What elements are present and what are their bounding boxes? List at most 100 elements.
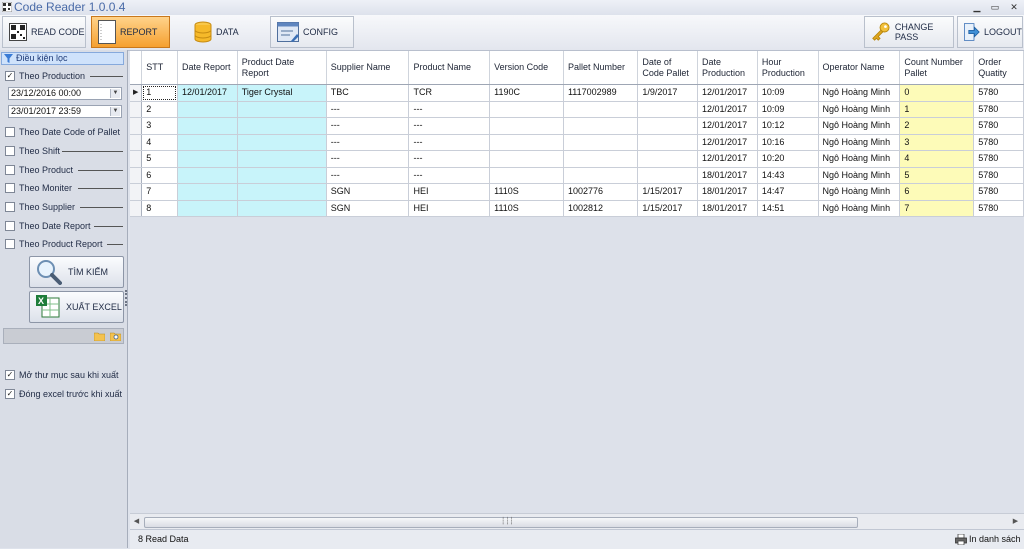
table-cell[interactable] xyxy=(237,134,327,151)
table-cell[interactable]: TBC xyxy=(326,84,410,102)
checkbox-box[interactable] xyxy=(5,165,15,175)
table-cell[interactable] xyxy=(237,167,327,184)
filter-shift-checkbox[interactable]: Theo Shift xyxy=(5,144,60,158)
table-cell[interactable] xyxy=(177,183,238,201)
table-cell[interactable]: SGN xyxy=(326,200,410,217)
table-cell[interactable] xyxy=(489,117,564,135)
table-row[interactable]: 8 SGN HEI 1110S 1002812 1/15/2017 18/01/2017 14… xyxy=(130,200,1024,217)
table-cell[interactable] xyxy=(177,167,238,184)
table-cell[interactable] xyxy=(489,134,564,151)
table-cell[interactable] xyxy=(563,117,639,135)
table-cell[interactable]: 5 xyxy=(141,150,178,168)
table-cell[interactable]: HEI xyxy=(408,183,491,201)
table-cell[interactable] xyxy=(237,101,327,118)
config-tab[interactable]: CONFIG xyxy=(270,16,354,48)
report-tab[interactable]: REPORT xyxy=(91,16,170,48)
table-cell[interactable]: SGN xyxy=(326,183,410,201)
table-cell[interactable]: 14:51 xyxy=(757,200,819,217)
chevron-down-icon[interactable]: ▼ xyxy=(110,107,120,116)
minimize-button[interactable]: ▁ xyxy=(968,1,986,13)
column-header[interactable]: STT xyxy=(141,51,178,85)
table-cell[interactable]: 7 xyxy=(141,183,178,201)
table-cell[interactable]: 3 xyxy=(899,134,975,151)
table-cell[interactable] xyxy=(237,200,327,217)
row-header[interactable] xyxy=(130,101,143,118)
table-cell[interactable]: 5780 xyxy=(973,101,1024,118)
maximize-button[interactable]: ▭ xyxy=(986,1,1004,13)
column-header[interactable]: Date Report xyxy=(177,51,238,85)
checkbox-box[interactable] xyxy=(5,183,15,193)
table-cell[interactable]: 8 xyxy=(141,200,178,217)
table-cell[interactable]: 5780 xyxy=(973,167,1024,184)
table-cell[interactable]: 4 xyxy=(899,150,975,168)
column-header[interactable]: Product Name xyxy=(408,51,491,85)
table-cell[interactable]: 18/01/2017 xyxy=(697,200,758,217)
table-cell[interactable]: 5780 xyxy=(973,150,1024,168)
table-cell[interactable]: --- xyxy=(408,167,491,184)
row-header[interactable] xyxy=(130,183,143,201)
table-cell[interactable] xyxy=(637,117,699,135)
logout-button[interactable]: LOGOUT xyxy=(957,16,1023,48)
table-cell[interactable]: 1002812 xyxy=(563,200,639,217)
table-row[interactable]: ▶ 1 12/01/2017 Tiger Crystal TBC TCR 1190C 1117… xyxy=(130,84,1024,102)
table-cell[interactable]: --- xyxy=(408,101,491,118)
table-cell[interactable]: 12/01/2017 xyxy=(697,117,758,135)
table-row[interactable]: 4 --- --- 12/01/2017 10:16 Ngô Hoàng Minh 3 578… xyxy=(130,134,1024,151)
theo-production-checkbox[interactable]: ✓ Theo Production xyxy=(5,69,85,83)
table-cell[interactable]: --- xyxy=(326,101,410,118)
checkbox-box[interactable]: ✓ xyxy=(5,71,15,81)
filter-product-report-checkbox[interactable]: Theo Product Report xyxy=(5,237,103,251)
table-cell[interactable]: 14:47 xyxy=(757,183,819,201)
table-cell[interactable]: 18/01/2017 xyxy=(697,183,758,201)
report-grid[interactable]: STT Date Report Product Date Report Supp… xyxy=(130,51,1024,513)
table-cell[interactable]: Ngô Hoàng Minh xyxy=(818,200,901,217)
table-cell[interactable]: 14:43 xyxy=(757,167,819,184)
table-cell[interactable]: 5780 xyxy=(973,117,1024,135)
table-cell[interactable]: Ngô Hoàng Minh xyxy=(818,150,901,168)
table-cell[interactable]: Ngô Hoàng Minh xyxy=(818,117,901,135)
change-pass-button[interactable]: CHANGE PASS xyxy=(864,16,954,48)
table-cell[interactable]: 12/01/2017 xyxy=(697,101,758,118)
table-cell[interactable] xyxy=(563,150,639,168)
table-cell[interactable]: 1 xyxy=(141,84,178,102)
table-cell[interactable]: 1 xyxy=(899,101,975,118)
table-row[interactable]: 3 --- --- 12/01/2017 10:12 Ngô Hoàng Minh 2 578… xyxy=(130,117,1024,135)
filter-product-checkbox[interactable]: Theo Product xyxy=(5,163,73,177)
row-header[interactable] xyxy=(130,134,143,151)
table-cell[interactable]: 10:20 xyxy=(757,150,819,168)
column-header[interactable]: Date Production xyxy=(697,51,758,85)
table-cell[interactable]: --- xyxy=(326,167,410,184)
open-folder-after-export-checkbox[interactable]: ✓ Mở thư mục sau khi xuất xyxy=(5,368,118,382)
table-cell[interactable]: 6 xyxy=(141,167,178,184)
table-cell[interactable] xyxy=(637,101,699,118)
table-cell[interactable]: Ngô Hoàng Minh xyxy=(818,134,901,151)
scroll-right-arrow-icon[interactable]: ▶ xyxy=(1010,516,1021,527)
table-cell[interactable] xyxy=(489,150,564,168)
checkbox-box[interactable] xyxy=(5,239,15,249)
filter-header[interactable]: Điều kiện lọc xyxy=(1,52,124,65)
read-code-button[interactable]: READ CODE xyxy=(2,16,86,48)
column-header[interactable]: Operator Name xyxy=(818,51,901,85)
table-cell[interactable]: 12/01/2017 xyxy=(697,84,758,102)
filter-date-report-checkbox[interactable]: Theo Date Report xyxy=(5,219,91,233)
table-cell[interactable] xyxy=(237,150,327,168)
table-cell[interactable] xyxy=(563,101,639,118)
table-cell[interactable]: HEI xyxy=(408,200,491,217)
table-cell[interactable]: --- xyxy=(326,117,410,135)
table-cell[interactable]: --- xyxy=(326,134,410,151)
table-cell[interactable]: 3 xyxy=(141,117,178,135)
table-cell[interactable]: 4 xyxy=(141,134,178,151)
table-cell[interactable] xyxy=(489,101,564,118)
column-header[interactable]: Version Code xyxy=(489,51,564,85)
table-cell[interactable] xyxy=(237,183,327,201)
chevron-down-icon[interactable]: ▼ xyxy=(110,89,120,98)
horizontal-scrollbar[interactable]: ◀ ┆┆┆ ▶ xyxy=(130,513,1024,529)
table-cell[interactable] xyxy=(637,167,699,184)
table-cell[interactable] xyxy=(177,150,238,168)
checkbox-box[interactable]: ✓ xyxy=(5,389,15,399)
table-cell[interactable]: 0 xyxy=(899,84,975,102)
table-cell[interactable]: 12/01/2017 xyxy=(697,150,758,168)
folder-search-icon[interactable] xyxy=(110,331,121,341)
table-cell[interactable]: 5780 xyxy=(973,134,1024,151)
table-cell[interactable]: 1110S xyxy=(489,183,564,201)
